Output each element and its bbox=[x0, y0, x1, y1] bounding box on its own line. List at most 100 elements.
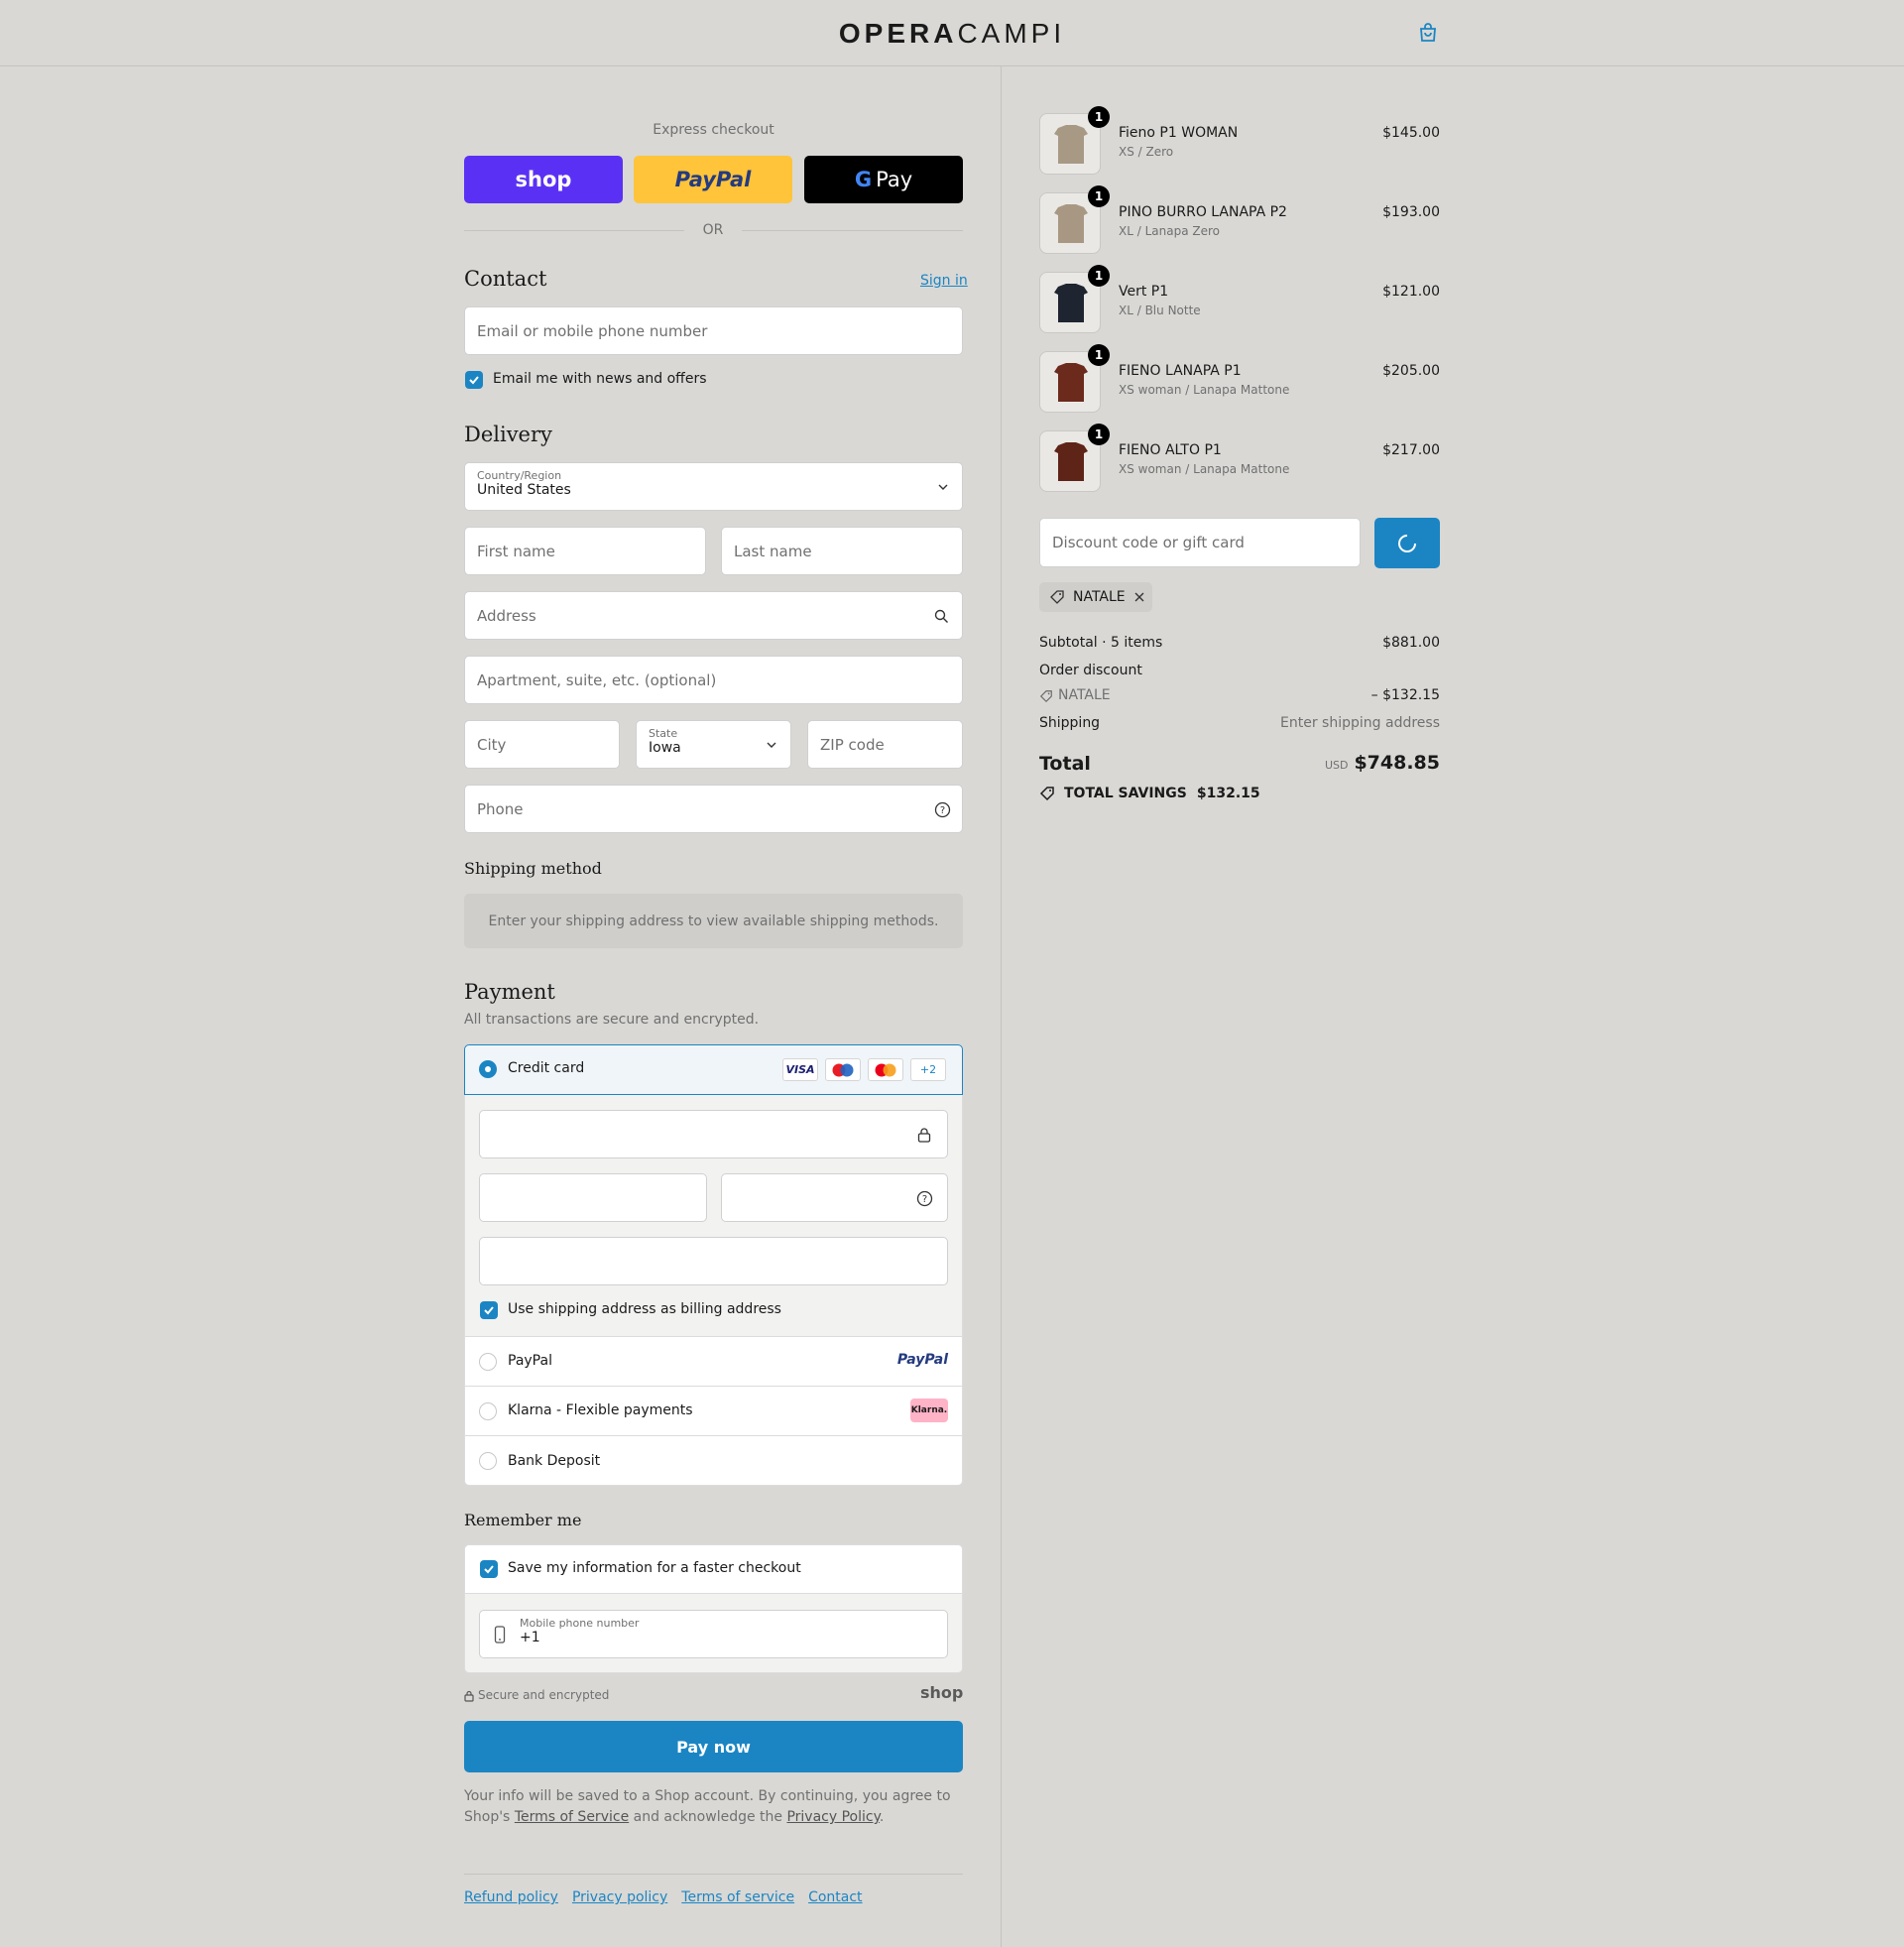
credit-card-label: Credit card bbox=[508, 1060, 585, 1076]
product-price: $205.00 bbox=[1382, 363, 1440, 379]
mobile-phone-input[interactable]: Mobile phone number +1 bbox=[479, 1610, 948, 1658]
mobile-icon bbox=[494, 1626, 506, 1643]
product-name: Fieno P1 WOMAN bbox=[1119, 125, 1239, 141]
apartment-input[interactable]: Apartment, suite, etc. (optional) bbox=[464, 656, 963, 704]
bank-deposit-radio[interactable] bbox=[479, 1452, 497, 1470]
product-price: $145.00 bbox=[1382, 125, 1440, 141]
paypal-logo: PayPal bbox=[674, 168, 752, 191]
paypal-radio[interactable] bbox=[479, 1353, 497, 1371]
discount-value: – $132.15 bbox=[1370, 687, 1440, 703]
product-price: $121.00 bbox=[1382, 284, 1440, 300]
or-line-right bbox=[742, 230, 963, 231]
city-input[interactable]: City bbox=[464, 720, 620, 769]
card-number-input[interactable] bbox=[479, 1110, 948, 1158]
bank-deposit-label: Bank Deposit bbox=[508, 1453, 601, 1469]
phone-input[interactable]: Phone ? bbox=[464, 785, 963, 833]
remember-title: Remember me bbox=[464, 1511, 582, 1529]
contact-link[interactable]: Contact bbox=[808, 1889, 862, 1905]
bag-icon[interactable] bbox=[1416, 21, 1440, 45]
product-variant: XS woman / Lanapa Mattone bbox=[1119, 383, 1290, 397]
shop-pay-button[interactable]: shop bbox=[464, 156, 623, 203]
more-cards-badge: +2 bbox=[910, 1058, 946, 1081]
bank-deposit-option[interactable]: Bank Deposit bbox=[464, 1435, 963, 1486]
chevron-down-icon bbox=[767, 742, 776, 748]
check-icon bbox=[484, 1306, 494, 1315]
lock-icon bbox=[917, 1128, 931, 1143]
zip-input[interactable]: ZIP code bbox=[807, 720, 963, 769]
paypal-option[interactable]: PayPal PayPal bbox=[464, 1336, 963, 1386]
footer-links: Refund policy Privacy policy Terms of se… bbox=[464, 1889, 863, 1905]
paypal-option-label: PayPal bbox=[508, 1353, 552, 1369]
total-group: USD $748.85 bbox=[1240, 752, 1440, 774]
shipping-label: Shipping bbox=[1039, 715, 1101, 731]
total-label: Total bbox=[1039, 753, 1091, 775]
last-name-input[interactable]: Last name bbox=[721, 527, 963, 575]
help-circle-icon[interactable]: ? bbox=[934, 801, 951, 818]
pay-now-button[interactable]: Pay now bbox=[464, 1721, 963, 1772]
address-input[interactable]: Address bbox=[464, 591, 963, 640]
shop-privacy-link[interactable]: Privacy Policy bbox=[786, 1809, 879, 1825]
apply-discount-button[interactable] bbox=[1374, 518, 1440, 568]
secure-text: Secure and encrypted bbox=[478, 1688, 610, 1702]
expiry-input[interactable] bbox=[479, 1173, 707, 1222]
product-variant: XS / Zero bbox=[1119, 145, 1174, 159]
store-logo[interactable]: OPERACAMPI bbox=[0, 18, 1904, 50]
order-discount-label: Order discount bbox=[1039, 663, 1142, 678]
privacy-policy-link[interactable]: Privacy policy bbox=[572, 1889, 667, 1905]
shipping-method-title: Shipping method bbox=[464, 859, 602, 878]
state-select[interactable]: State Iowa bbox=[636, 720, 791, 769]
product-price: $217.00 bbox=[1382, 442, 1440, 458]
shop-terms-link[interactable]: Terms of Service bbox=[515, 1809, 629, 1825]
product-name: PINO BURRO LANAPA P2 bbox=[1119, 204, 1287, 220]
footer-divider bbox=[464, 1874, 963, 1875]
subtotal-label: Subtotal · 5 items bbox=[1039, 635, 1163, 651]
terms-of-service-link[interactable]: Terms of service bbox=[681, 1889, 794, 1905]
border-left bbox=[464, 1336, 465, 1436]
security-code-input[interactable]: ? bbox=[721, 1173, 948, 1222]
country-select[interactable]: Country/Region United States bbox=[464, 462, 963, 511]
applied-code-tag: NATALE bbox=[1039, 582, 1152, 612]
currency-label: USD bbox=[1324, 759, 1349, 772]
shop-logo: shop bbox=[920, 1683, 964, 1702]
paypal-button[interactable]: PayPal bbox=[634, 156, 792, 203]
subtotal-value: $881.00 bbox=[1382, 635, 1440, 651]
column-divider bbox=[1001, 66, 1002, 1947]
klarna-radio[interactable] bbox=[479, 1402, 497, 1420]
or-separator: OR bbox=[702, 222, 724, 238]
name-on-card-input[interactable] bbox=[479, 1237, 948, 1285]
maestro-icon bbox=[825, 1058, 861, 1081]
klarna-option[interactable]: Klarna - Flexible payments Klarna. bbox=[464, 1386, 963, 1435]
discount-input[interactable]: Discount code or gift card bbox=[1039, 518, 1361, 567]
quantity-badge: 1 bbox=[1088, 265, 1110, 287]
product-name: Vert P1 bbox=[1119, 284, 1169, 300]
payment-subtitle: All transactions are secure and encrypte… bbox=[464, 1012, 760, 1028]
express-checkout-title: Express checkout bbox=[653, 122, 774, 138]
discount-code-label: NATALE bbox=[1058, 687, 1111, 703]
news-label: Email me with news and offers bbox=[493, 371, 707, 387]
chevron-down-icon bbox=[938, 484, 948, 490]
klarna-logo: Klarna. bbox=[910, 1399, 948, 1422]
first-name-input[interactable]: First name bbox=[464, 527, 706, 575]
tag-icon bbox=[1039, 690, 1052, 703]
email-input[interactable]: Email or mobile phone number bbox=[464, 306, 963, 355]
paypal-logo: PayPal bbox=[896, 1352, 948, 1368]
save-info-label: Save my information for a faster checkou… bbox=[508, 1560, 801, 1576]
credit-card-radio[interactable] bbox=[479, 1060, 497, 1078]
news-checkbox[interactable] bbox=[465, 371, 483, 389]
help-circle-icon[interactable]: ? bbox=[916, 1190, 933, 1207]
google-pay-button[interactable]: G Pay bbox=[804, 156, 963, 203]
svg-text:?: ? bbox=[940, 805, 945, 816]
billing-checkbox[interactable] bbox=[480, 1301, 498, 1319]
sign-in-link[interactable]: Sign in bbox=[920, 273, 968, 289]
shipping-value: Enter shipping address bbox=[1280, 715, 1440, 731]
shipping-method-note: Enter your shipping address to view avai… bbox=[464, 894, 963, 948]
close-icon[interactable] bbox=[1133, 591, 1145, 603]
lock-icon bbox=[464, 1690, 474, 1702]
visa-icon: VISA bbox=[782, 1058, 818, 1081]
product-variant: XS woman / Lanapa Mattone bbox=[1119, 462, 1290, 476]
product-name: FIENO ALTO P1 bbox=[1119, 442, 1222, 458]
quantity-badge: 1 bbox=[1088, 344, 1110, 366]
save-info-checkbox[interactable] bbox=[480, 1560, 498, 1578]
refund-policy-link[interactable]: Refund policy bbox=[464, 1889, 558, 1905]
search-icon bbox=[934, 609, 948, 623]
